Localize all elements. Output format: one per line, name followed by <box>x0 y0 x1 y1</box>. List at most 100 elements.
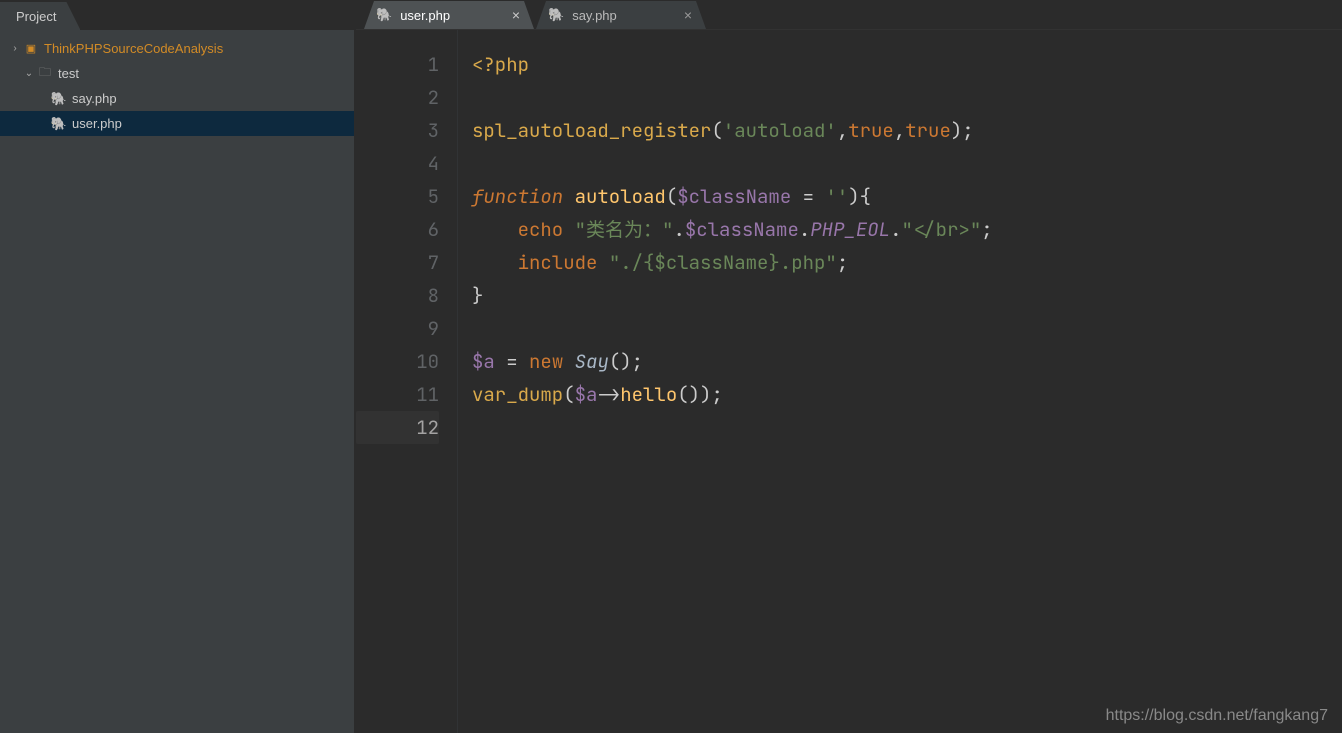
watermark-text: https://blog.csdn.net/fangkang7 <box>1106 707 1328 725</box>
token-punct: ( <box>711 118 722 143</box>
project-panel-tab-label: Project <box>16 9 56 24</box>
token-func-name: autoload <box>575 184 666 209</box>
code-line: echo "类名为：".$className.PHP_EOL."</br>"; <box>472 213 1342 246</box>
tree-root-label: ThinkPHPSourceCodeAnalysis <box>44 41 223 56</box>
code-line: include "./{$className}.php"; <box>472 246 1342 279</box>
token-var: $a <box>575 382 598 407</box>
close-tab-button[interactable]: × <box>680 7 696 23</box>
editor-body[interactable]: 1 2 3 4 5 6 7 8 9 10 11 12 <?php spl_aut… <box>356 30 1342 733</box>
code-line <box>472 312 1342 345</box>
folder-icon: 🗀 <box>36 63 54 84</box>
line-number: 6 <box>356 213 439 246</box>
token-op: -> <box>597 382 620 407</box>
project-tree[interactable]: › ▣ ThinkPHPSourceCodeAnalysis ⌄ 🗀 test … <box>0 30 354 733</box>
code-line-current <box>472 411 1342 444</box>
token-punct: ; <box>981 217 992 242</box>
code-line: $a = new Say(); <box>472 345 1342 378</box>
token-string: 'autoload' <box>723 118 837 143</box>
token-var: $a <box>472 349 495 374</box>
editor-tab-bar: 🐘 user.php × 🐘 say.php × <box>356 0 1342 30</box>
token-keyword: include <box>518 250 598 275</box>
tree-file-label: user.php <box>72 116 122 131</box>
token-space <box>597 250 608 275</box>
token-php-open: <?php <box>472 52 529 77</box>
line-number: 5 <box>356 180 439 213</box>
tree-root[interactable]: › ▣ ThinkPHPSourceCodeAnalysis <box>0 36 354 61</box>
token-class: Say <box>575 349 609 374</box>
chevron-right-icon: › <box>8 43 22 54</box>
token-punct: . <box>673 217 684 242</box>
token-op: = <box>495 349 529 374</box>
chevron-down-icon: ⌄ <box>22 68 36 79</box>
project-icon: ▣ <box>22 42 40 55</box>
line-number: 7 <box>356 246 439 279</box>
php-file-icon: 🐘 <box>548 7 564 23</box>
code-line: spl_autoload_register('autoload',true,tr… <box>472 114 1342 147</box>
token-indent <box>472 250 518 275</box>
code-editor[interactable]: <?php spl_autoload_register('autoload',t… <box>458 30 1342 733</box>
token-punct: , <box>837 118 848 143</box>
token-punct: } <box>472 283 483 308</box>
project-panel-tab[interactable]: Project <box>0 2 80 30</box>
editor-tab-user[interactable]: 🐘 user.php × <box>364 1 534 29</box>
token-keyword: function <box>472 184 563 209</box>
token-const: PHP_EOL <box>810 217 890 242</box>
code-line <box>472 147 1342 180</box>
editor-tab-say[interactable]: 🐘 say.php × <box>536 1 706 29</box>
line-number-current: 12 <box>356 411 439 444</box>
token-var: $className <box>677 184 791 209</box>
token-space <box>563 349 574 374</box>
token-punct: ){ <box>848 184 871 209</box>
token-string: "./{$className}.php" <box>609 250 837 275</box>
line-number: 1 <box>356 48 439 81</box>
project-panel-tabs: Project <box>0 0 354 30</box>
editor-area: 🐘 user.php × 🐘 say.php × 1 2 3 4 5 6 7 8… <box>356 0 1342 733</box>
line-number: 10 <box>356 345 439 378</box>
editor-tab-label: user.php <box>400 8 450 23</box>
line-number: 2 <box>356 81 439 114</box>
token-keyword: true <box>905 118 951 143</box>
code-line: var_dump($a->hello()); <box>472 378 1342 411</box>
project-panel: Project › ▣ ThinkPHPSourceCodeAnalysis ⌄… <box>0 0 356 733</box>
editor-tab-label: say.php <box>572 8 617 23</box>
token-punct: ( <box>563 382 574 407</box>
token-var: $className <box>685 217 799 242</box>
line-number-gutter: 1 2 3 4 5 6 7 8 9 10 11 12 <box>356 30 458 733</box>
token-string: "类名为：" <box>575 217 674 242</box>
php-file-icon: 🐘 <box>50 91 68 107</box>
token-keyword: echo <box>518 217 564 242</box>
tree-folder-test[interactable]: ⌄ 🗀 test <box>0 61 354 86</box>
token-punct: ()); <box>677 382 723 407</box>
code-line: } <box>472 279 1342 312</box>
token-op: = <box>791 184 825 209</box>
php-file-icon: 🐘 <box>376 7 392 23</box>
token-punct: . <box>799 217 810 242</box>
line-number: 11 <box>356 378 439 411</box>
token-punct: ( <box>666 184 677 209</box>
code-line <box>472 81 1342 114</box>
token-keyword: new <box>529 349 563 374</box>
tree-folder-label: test <box>58 66 79 81</box>
tree-file-label: say.php <box>72 91 117 106</box>
token-string: '' <box>825 184 848 209</box>
token-space <box>563 184 574 209</box>
line-number: 8 <box>356 279 439 312</box>
token-punct: (); <box>609 349 643 374</box>
token-func: spl_autoload_register <box>472 118 711 143</box>
token-method: hello <box>620 382 677 407</box>
tree-file-say[interactable]: 🐘 say.php <box>0 86 354 111</box>
token-punct: . <box>890 217 901 242</box>
code-line: <?php <box>472 48 1342 81</box>
tree-file-user[interactable]: 🐘 user.php <box>0 111 354 136</box>
token-punct: , <box>894 118 905 143</box>
token-punct: ); <box>951 118 974 143</box>
token-string: "</br>" <box>901 217 981 242</box>
token-func: var_dump <box>472 382 563 407</box>
php-file-icon: 🐘 <box>50 116 68 132</box>
token-space <box>563 217 574 242</box>
line-number: 4 <box>356 147 439 180</box>
app-root: Project › ▣ ThinkPHPSourceCodeAnalysis ⌄… <box>0 0 1342 733</box>
token-indent <box>472 217 518 242</box>
token-keyword: true <box>848 118 894 143</box>
close-tab-button[interactable]: × <box>508 7 524 23</box>
